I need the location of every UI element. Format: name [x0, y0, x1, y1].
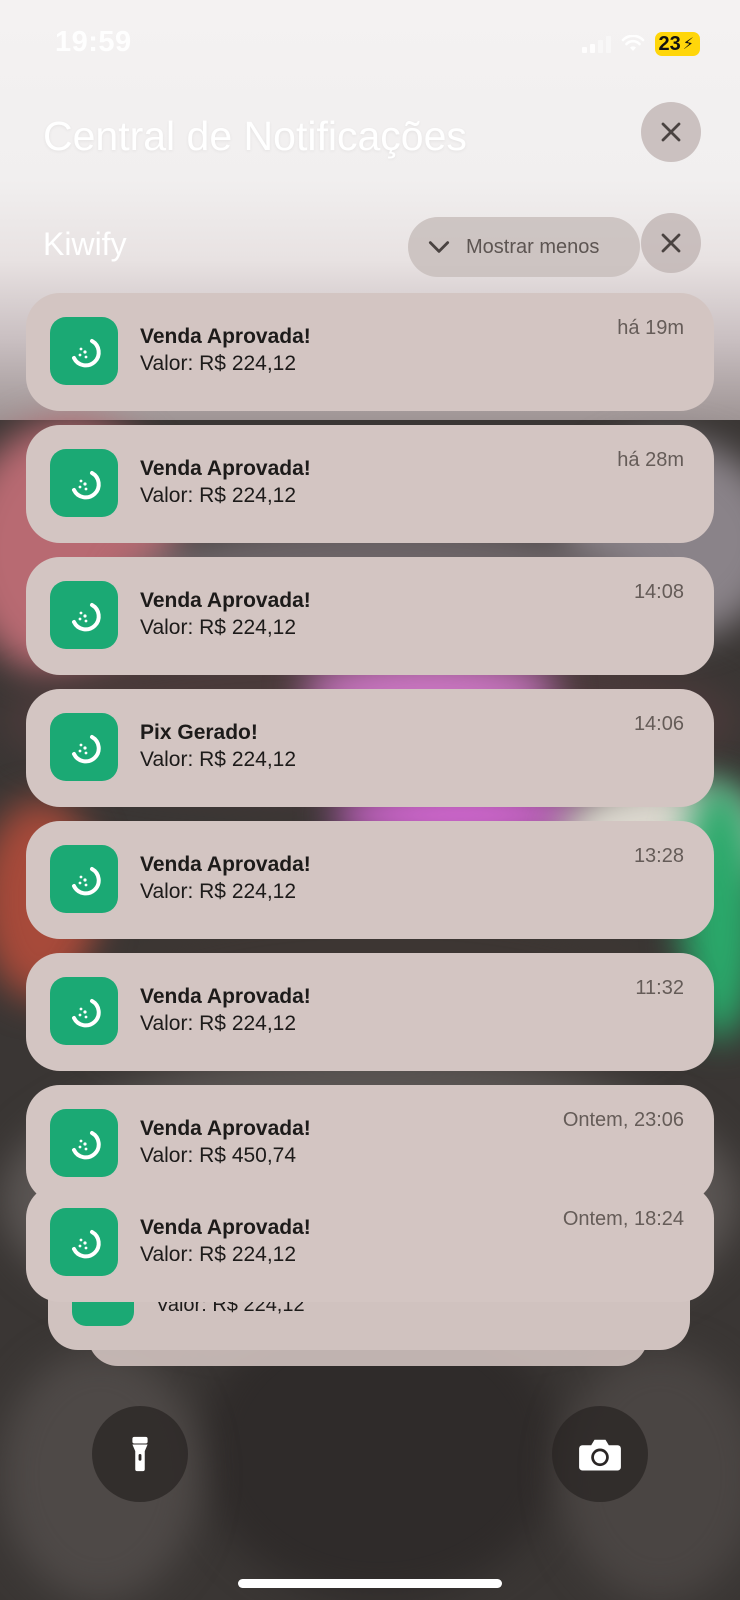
- notification-body: Valor: R$ 224,12: [140, 352, 297, 375]
- battery-level: 23: [658, 32, 681, 55]
- kiwify-icon: [50, 713, 118, 781]
- home-indicator[interactable]: [238, 1579, 502, 1588]
- notification-title: Venda Aprovada!: [140, 853, 311, 876]
- kiwify-icon: [50, 1109, 118, 1177]
- close-icon: [661, 122, 681, 142]
- kiwify-logo-icon: [72, 867, 101, 896]
- notification-time: 11:32: [635, 977, 684, 999]
- notification-time: 13:28: [633, 845, 684, 867]
- notification-time: há 28m: [617, 449, 684, 471]
- kiwify-logo-icon: [72, 603, 101, 632]
- kiwify-logo-icon: [72, 471, 101, 500]
- notification-card[interactable]: Venda Aprovada! Valor: R$ 224,12 há 19m: [26, 293, 714, 411]
- close-icon: [661, 233, 681, 253]
- kiwify-icon: [50, 581, 118, 649]
- kiwify-logo-icon: [72, 999, 101, 1028]
- notification-time: 14:06: [633, 713, 684, 735]
- notification-title: Venda Aprovada!: [140, 1216, 311, 1239]
- kiwify-logo-icon: [72, 1230, 101, 1259]
- notification-title: Pix Gerado!: [140, 721, 258, 744]
- kiwify-icon: [50, 845, 118, 913]
- camera-button[interactable]: [552, 1406, 648, 1502]
- notification-title: Venda Aprovada!: [140, 1117, 311, 1140]
- notification-card[interactable]: Venda Aprovada! Valor: R$ 224,12 Ontem, 18…: [26, 1184, 714, 1302]
- notification-body: Valor: R$ 224,12: [140, 748, 297, 771]
- kiwify-icon: [50, 449, 118, 517]
- wifi-icon: [621, 35, 644, 51]
- notification-title: Venda Aprovada!: [140, 325, 311, 348]
- notification-time: há 19m: [617, 317, 684, 339]
- status-time: 19:59: [55, 26, 132, 58]
- notification-card[interactable]: Venda Aprovada! Valor: R$ 224,12 11:32: [26, 953, 714, 1071]
- notification-center-title: Central de Notificações: [43, 113, 467, 159]
- show-less-label: Mostrar menos: [466, 235, 600, 258]
- charging-bolt-icon: ⚡: [682, 36, 694, 53]
- show-less-button[interactable]: Mostrar menos: [408, 217, 640, 277]
- kiwify-logo-icon: [72, 1131, 101, 1160]
- notification-title: Venda Aprovada!: [140, 457, 311, 480]
- notification-body: Valor: R$ 224,12: [140, 616, 297, 639]
- notification-body: Valor: R$ 450,74: [140, 1144, 297, 1167]
- flashlight-button[interactable]: [92, 1406, 188, 1502]
- notification-body: Valor: R$ 224,12: [140, 1243, 297, 1266]
- notification-time: 14:08: [633, 581, 684, 603]
- notification-title: Venda Aprovada!: [140, 589, 311, 612]
- status-indicators: 23 ⚡: [581, 30, 700, 58]
- kiwify-logo-icon: [72, 339, 101, 368]
- chevron-down-icon: [428, 241, 450, 253]
- cellular-signal-icon: [581, 35, 611, 53]
- notification-body: Valor: R$ 224,12: [140, 484, 297, 507]
- flashlight-icon: [132, 1436, 148, 1472]
- notification-card[interactable]: Pix Gerado! Valor: R$ 224,12 14:06: [26, 689, 714, 807]
- clear-all-button[interactable]: [641, 102, 701, 162]
- notification-card[interactable]: Venda Aprovada! Valor: R$ 224,12 14:08: [26, 557, 714, 675]
- battery-indicator: 23 ⚡: [654, 32, 700, 56]
- notification-time: Ontem, 18:24: [562, 1208, 684, 1230]
- notification-time: Ontem, 23:06: [562, 1109, 684, 1131]
- group-app-name: Kiwify: [43, 226, 127, 262]
- notification-title: Venda Aprovada!: [140, 985, 311, 1008]
- camera-icon: [579, 1439, 621, 1471]
- notification-card[interactable]: Venda Aprovada! Valor: R$ 224,12 13:28: [26, 821, 714, 939]
- kiwify-icon: [50, 977, 118, 1045]
- notification-card[interactable]: Venda Aprovada! Valor: R$ 224,12 há 28m: [26, 425, 714, 543]
- kiwify-logo-icon: [72, 735, 101, 764]
- notification-body: Valor: R$ 224,12: [140, 1012, 297, 1035]
- kiwify-icon: [50, 317, 118, 385]
- kiwify-icon: [50, 1208, 118, 1276]
- notification-body: Valor: R$ 224,12: [140, 880, 297, 903]
- clear-group-button[interactable]: [641, 213, 701, 273]
